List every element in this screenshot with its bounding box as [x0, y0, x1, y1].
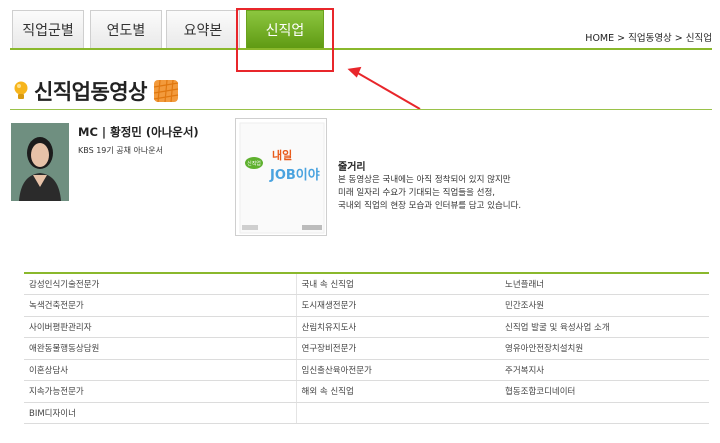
mc-photo: [11, 123, 69, 201]
table-row: 지속가능전문가 해외 속 신직업 협동조합코디네이터: [24, 380, 709, 403]
annotation-highlight-box: [236, 8, 334, 72]
tab-by-year[interactable]: 연도별: [90, 10, 162, 48]
new-jobs-table: 감성인식기술전문가 국내 속 신직업 노년플래너 녹색건축전문가 도시재생전문가…: [24, 272, 709, 424]
mc-subtitle: KBS 19기 공채 아나운서: [78, 146, 163, 155]
mc-name: 황정민 (아나운서): [110, 125, 199, 139]
job-link[interactable]: 노년플래너: [500, 273, 709, 295]
job-link[interactable]: 사이버평판관리자: [24, 316, 297, 338]
empty-cell: [296, 402, 500, 424]
breadcrumb-home[interactable]: HOME: [585, 33, 614, 44]
job-link[interactable]: 산림치유지도사: [296, 316, 500, 338]
job-link[interactable]: 영유아안전장치설치원: [500, 337, 709, 360]
job-link[interactable]: 민간조사원: [500, 294, 709, 317]
orange-pattern-icon: [153, 79, 179, 103]
table-row: 감성인식기술전문가 국내 속 신직업 노년플래너: [24, 273, 709, 295]
table-row: 이혼상담사 임신출산육아전문가 주거복지사: [24, 359, 709, 381]
breadcrumb-current: 신직업: [685, 33, 712, 44]
breadcrumb-job-videos[interactable]: 직업동영상: [628, 33, 672, 44]
job-link[interactable]: 녹색건축전문가: [24, 294, 297, 317]
job-link[interactable]: 연구장비전문가: [296, 337, 500, 360]
job-link[interactable]: 지속가능전문가: [24, 380, 297, 403]
cover-title: 내일: [272, 148, 292, 162]
tab-underline: [10, 48, 712, 50]
synopsis-title: 줄거리: [338, 162, 366, 173]
table-row: BIM디자이너: [24, 402, 709, 424]
book-cover: 신직업 내일 JOB이야: [235, 118, 327, 236]
page-title: 신직업동영상: [34, 80, 147, 104]
job-link[interactable]: 신직업 발굴 및 육성사업 소개: [500, 316, 709, 338]
cover-small-text: 신직업: [247, 160, 261, 167]
cover-title2: JOB이야: [269, 167, 320, 183]
job-link[interactable]: 해외 속 신직업: [296, 380, 500, 403]
synopsis-text: 본 동영상은 국내에는 아직 정착되어 있지 않지만 미래 일자리 수요가 기대…: [338, 174, 521, 213]
annotation-arrow-icon: [347, 66, 421, 110]
mc-title: MC | 황정민 (아나운서): [78, 125, 199, 139]
chevron-right-icon: >: [617, 33, 626, 44]
title-divider: [10, 109, 712, 110]
job-link[interactable]: 국내 속 신직업: [296, 273, 500, 295]
breadcrumb: HOME > 직업동영상 > 신직업: [585, 30, 712, 44]
tab-by-job-group[interactable]: 직업군별: [12, 10, 84, 48]
job-link[interactable]: BIM디자이너: [24, 402, 297, 424]
tab-bar: 직업군별 연도별 요약본 신직업: [0, 0, 720, 52]
job-link[interactable]: 이혼상담사: [24, 359, 297, 381]
page-title-row: 신직업동영상: [12, 76, 179, 106]
mc-label: MC: [78, 125, 98, 139]
empty-cell: [500, 402, 709, 424]
synopsis-line: 미래 일자리 수요가 기대되는 직업들을 선정,: [338, 188, 495, 198]
job-link[interactable]: 애완동물행동상담원: [24, 337, 297, 360]
table-row: 사이버평판관리자 산림치유지도사 신직업 발굴 및 육성사업 소개: [24, 316, 709, 338]
table-row: 애완동물행동상담원 연구장비전문가 영유아안전장치설치원: [24, 337, 709, 360]
synopsis-line: 본 동영상은 국내에는 아직 정착되어 있지 않지만: [338, 175, 511, 185]
table-row: 녹색건축전문가 도시재생전문가 민간조사원: [24, 294, 709, 317]
job-link[interactable]: 도시재생전문가: [296, 294, 500, 317]
job-link[interactable]: 협동조합코디네이터: [500, 380, 709, 403]
chevron-right-icon: >: [674, 33, 683, 44]
job-link[interactable]: 감성인식기술전문가: [24, 273, 297, 295]
lightbulb-icon: [14, 81, 28, 99]
job-link[interactable]: 임신출산육아전문가: [296, 359, 500, 381]
synopsis-line: 국내외 직업의 현장 모습과 인터뷰를 담고 있습니다.: [338, 201, 522, 211]
tab-summary[interactable]: 요약본: [166, 10, 240, 48]
job-link[interactable]: 주거복지사: [500, 359, 709, 381]
